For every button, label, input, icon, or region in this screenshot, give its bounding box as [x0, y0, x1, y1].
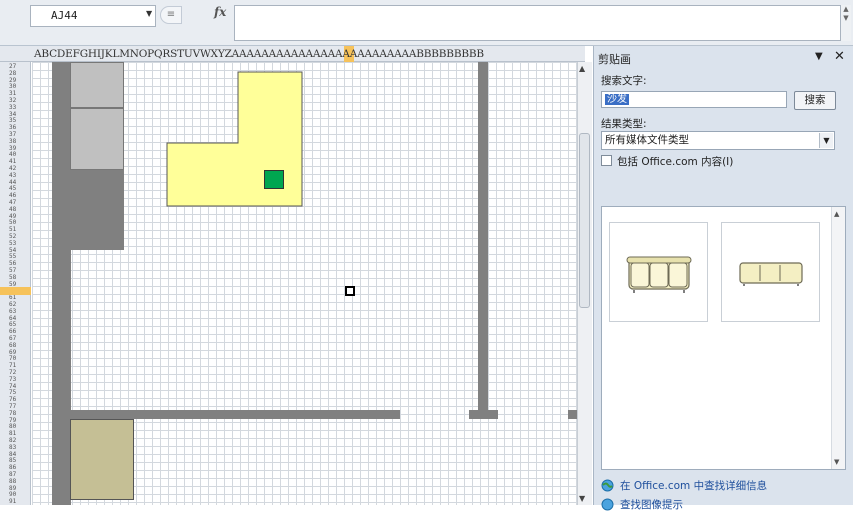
- row-number[interactable]: 68: [9, 342, 16, 349]
- wall-bottom-segment: [469, 410, 498, 419]
- row-number[interactable]: 91: [9, 499, 16, 505]
- selected-row-highlight: [0, 287, 31, 295]
- active-cell-cursor[interactable]: [345, 286, 355, 296]
- row-number[interactable]: 88: [9, 478, 16, 485]
- search-button[interactable]: 搜索: [794, 91, 836, 110]
- row-number[interactable]: 33: [9, 104, 16, 111]
- row-number[interactable]: 38: [9, 138, 16, 145]
- row-number[interactable]: 28: [9, 70, 16, 77]
- row-number[interactable]: 78: [9, 410, 16, 417]
- globe-icon: [601, 479, 614, 492]
- storage-box-middle: [70, 108, 124, 170]
- name-box-dropdown-icon[interactable]: ▼: [146, 9, 152, 18]
- insert-function-button[interactable]: fx: [214, 5, 226, 19]
- results-type-label: 结果类型:: [601, 118, 647, 130]
- results-scrollbar[interactable]: [831, 207, 845, 469]
- scroll-down-icon[interactable]: ▼: [579, 494, 585, 503]
- green-marker: [264, 170, 284, 189]
- scroll-up-icon[interactable]: ▲: [834, 210, 839, 218]
- clipart-result-2[interactable]: [721, 222, 820, 322]
- row-number[interactable]: 53: [9, 240, 16, 247]
- more-on-office-link[interactable]: 在 Office.com 中查找详细信息: [620, 478, 767, 493]
- sofa-icon: [626, 256, 692, 293]
- chevron-down-icon[interactable]: ▼: [819, 133, 833, 148]
- row-number[interactable]: 73: [9, 376, 16, 383]
- scroll-up-icon[interactable]: ▲: [579, 64, 585, 73]
- storage-box-top: [70, 62, 124, 108]
- wall-bottom-main: [70, 410, 400, 419]
- wall-right: [478, 62, 488, 419]
- formula-cancel-icon[interactable]: ≡: [160, 6, 182, 24]
- row-number[interactable]: 48: [9, 206, 16, 213]
- cell-grid[interactable]: [32, 62, 578, 505]
- include-office-checkbox[interactable]: [601, 155, 612, 166]
- search-label: 搜索文字:: [601, 75, 647, 87]
- name-box[interactable]: AJ44: [30, 5, 156, 27]
- close-icon[interactable]: ✕: [834, 49, 845, 64]
- search-input-value: 沙发: [605, 94, 629, 105]
- pane-title: 剪贴画: [598, 53, 631, 66]
- row-header-bar[interactable]: 27 28 29 30 31 32 33 34 35 36 37 38 39 40 41 42 43 44 45 46…: [0, 62, 31, 505]
- scrollbar-thumb[interactable]: [579, 133, 590, 308]
- scroll-down-icon[interactable]: ▼: [834, 458, 839, 466]
- formula-input[interactable]: [234, 5, 841, 41]
- clipart-result-1[interactable]: [609, 222, 708, 322]
- formula-bar-expand-icon[interactable]: ▲ ▼: [841, 5, 851, 41]
- row-number[interactable]: 58: [9, 274, 16, 281]
- sofa-icon: [739, 262, 803, 286]
- row-number[interactable]: 63: [9, 308, 16, 315]
- row-number[interactable]: 43: [9, 172, 16, 179]
- search-input[interactable]: 沙发: [601, 91, 787, 108]
- pane-options-icon[interactable]: ▼: [815, 51, 823, 62]
- tan-block: [70, 419, 134, 500]
- results-type-select[interactable]: 所有媒体文件类型: [601, 131, 835, 150]
- column-letters[interactable]: ABCDEFGHIJKLMNOPQRSTUVWXYZAAAAAAAAAAAAAA…: [34, 46, 484, 62]
- row-number[interactable]: 83: [9, 444, 16, 451]
- include-office-label[interactable]: 包括 Office.com 内容(I): [617, 154, 733, 169]
